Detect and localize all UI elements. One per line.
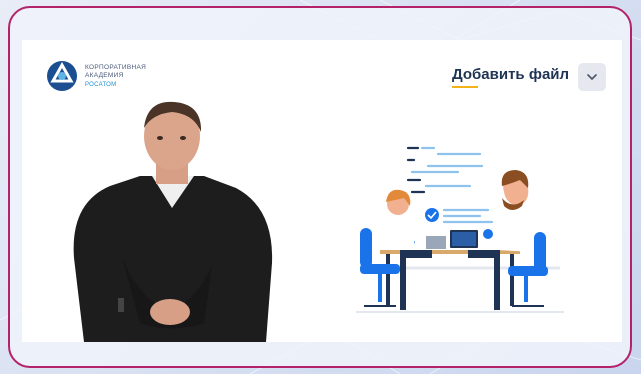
logo-text-line1: КОРПОРАТИВНАЯ [85, 63, 147, 71]
add-file-title: Добавить файл [452, 66, 570, 83]
coworking-illustration [356, 146, 564, 313]
logo-text-line2: АКАДЕМИЯ [85, 71, 124, 79]
title-underline [452, 86, 478, 88]
rosatom-logo-icon [47, 61, 77, 91]
chevron-down-icon [587, 74, 597, 80]
logo-text-line3: РОСАТОМ [85, 81, 117, 88]
presenter [73, 101, 273, 342]
academy-logo: КОРПОРАТИВНАЯ АКАДЕМИЯ РОСАТОМ [46, 60, 146, 92]
dropdown-button[interactable] [578, 63, 606, 91]
